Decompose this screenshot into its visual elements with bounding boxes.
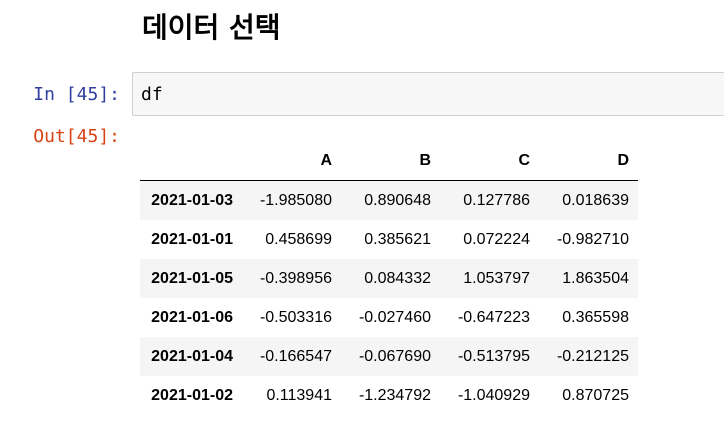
table-row: 2021-01-04 -0.166547 -0.067690 -0.513795… <box>140 337 638 376</box>
table-cell: 0.113941 <box>266 386 332 404</box>
table-row: 2021-01-06 -0.503316 -0.027460 -0.647223… <box>140 298 638 337</box>
table-cell: 0.018639 <box>562 191 629 209</box>
table-cell: -0.212125 <box>556 347 629 365</box>
row-index: 2021-01-03 <box>151 191 233 209</box>
table-row: 2021-01-05 -0.398956 0.084332 1.053797 1… <box>140 259 638 298</box>
table-cell: -1.985080 <box>259 191 332 209</box>
table-cell: -0.647223 <box>457 308 530 326</box>
row-index: 2021-01-01 <box>151 230 233 248</box>
table-row: 2021-01-03 -1.985080 0.890648 0.127786 0… <box>140 180 638 220</box>
table-cell: 0.385621 <box>364 230 431 248</box>
table-cell: -0.027460 <box>358 308 431 326</box>
table-row: 2021-01-01 0.458699 0.385621 0.072224 -0… <box>140 220 638 259</box>
table-cell: -0.166547 <box>259 347 332 365</box>
table-cell: -0.513795 <box>457 347 530 365</box>
column-header: A <box>242 142 341 181</box>
row-index: 2021-01-04 <box>151 347 233 365</box>
table-cell: 0.458699 <box>265 230 332 248</box>
table-header-row: A B C D <box>140 142 638 181</box>
notebook-page: 데이터 선택 In [45]: df Out[45]: A B C D 2021… <box>0 0 724 428</box>
row-index: 2021-01-06 <box>151 308 233 326</box>
table-cell: 0.127786 <box>463 191 530 209</box>
table-cell: -0.067690 <box>358 347 431 365</box>
row-index: 2021-01-05 <box>151 269 233 287</box>
table-cell: -0.398956 <box>259 269 332 287</box>
column-header: C <box>440 142 539 181</box>
code-input-cell[interactable]: df <box>132 72 724 116</box>
table-cell: -0.503316 <box>259 308 332 326</box>
table-row: 2021-01-02 0.113941 -1.234792 -1.040929 … <box>140 376 638 415</box>
input-prompt: In [45]: <box>33 84 120 105</box>
table-cell: -0.982710 <box>556 230 629 248</box>
table-cell: 0.870725 <box>562 386 629 404</box>
code-input-text[interactable]: df <box>141 83 163 107</box>
section-heading: 데이터 선택 <box>142 11 281 44</box>
table-cell: 0.084332 <box>364 269 431 287</box>
table-cell: 0.072224 <box>463 230 530 248</box>
table-cell: 1.053797 <box>463 269 530 287</box>
column-header: B <box>341 142 440 181</box>
table-cell: 1.863504 <box>562 269 629 287</box>
table-cell: -1.234792 <box>358 386 431 404</box>
table-cell: 0.890648 <box>364 191 431 209</box>
column-header: D <box>539 142 638 181</box>
index-header <box>140 142 242 181</box>
table-cell: 0.365598 <box>562 308 629 326</box>
output-prompt: Out[45]: <box>33 126 120 147</box>
row-index: 2021-01-02 <box>151 386 233 404</box>
dataframe-table: A B C D 2021-01-03 -1.985080 0.890648 0.… <box>140 142 638 415</box>
table-cell: -1.040929 <box>457 386 530 404</box>
